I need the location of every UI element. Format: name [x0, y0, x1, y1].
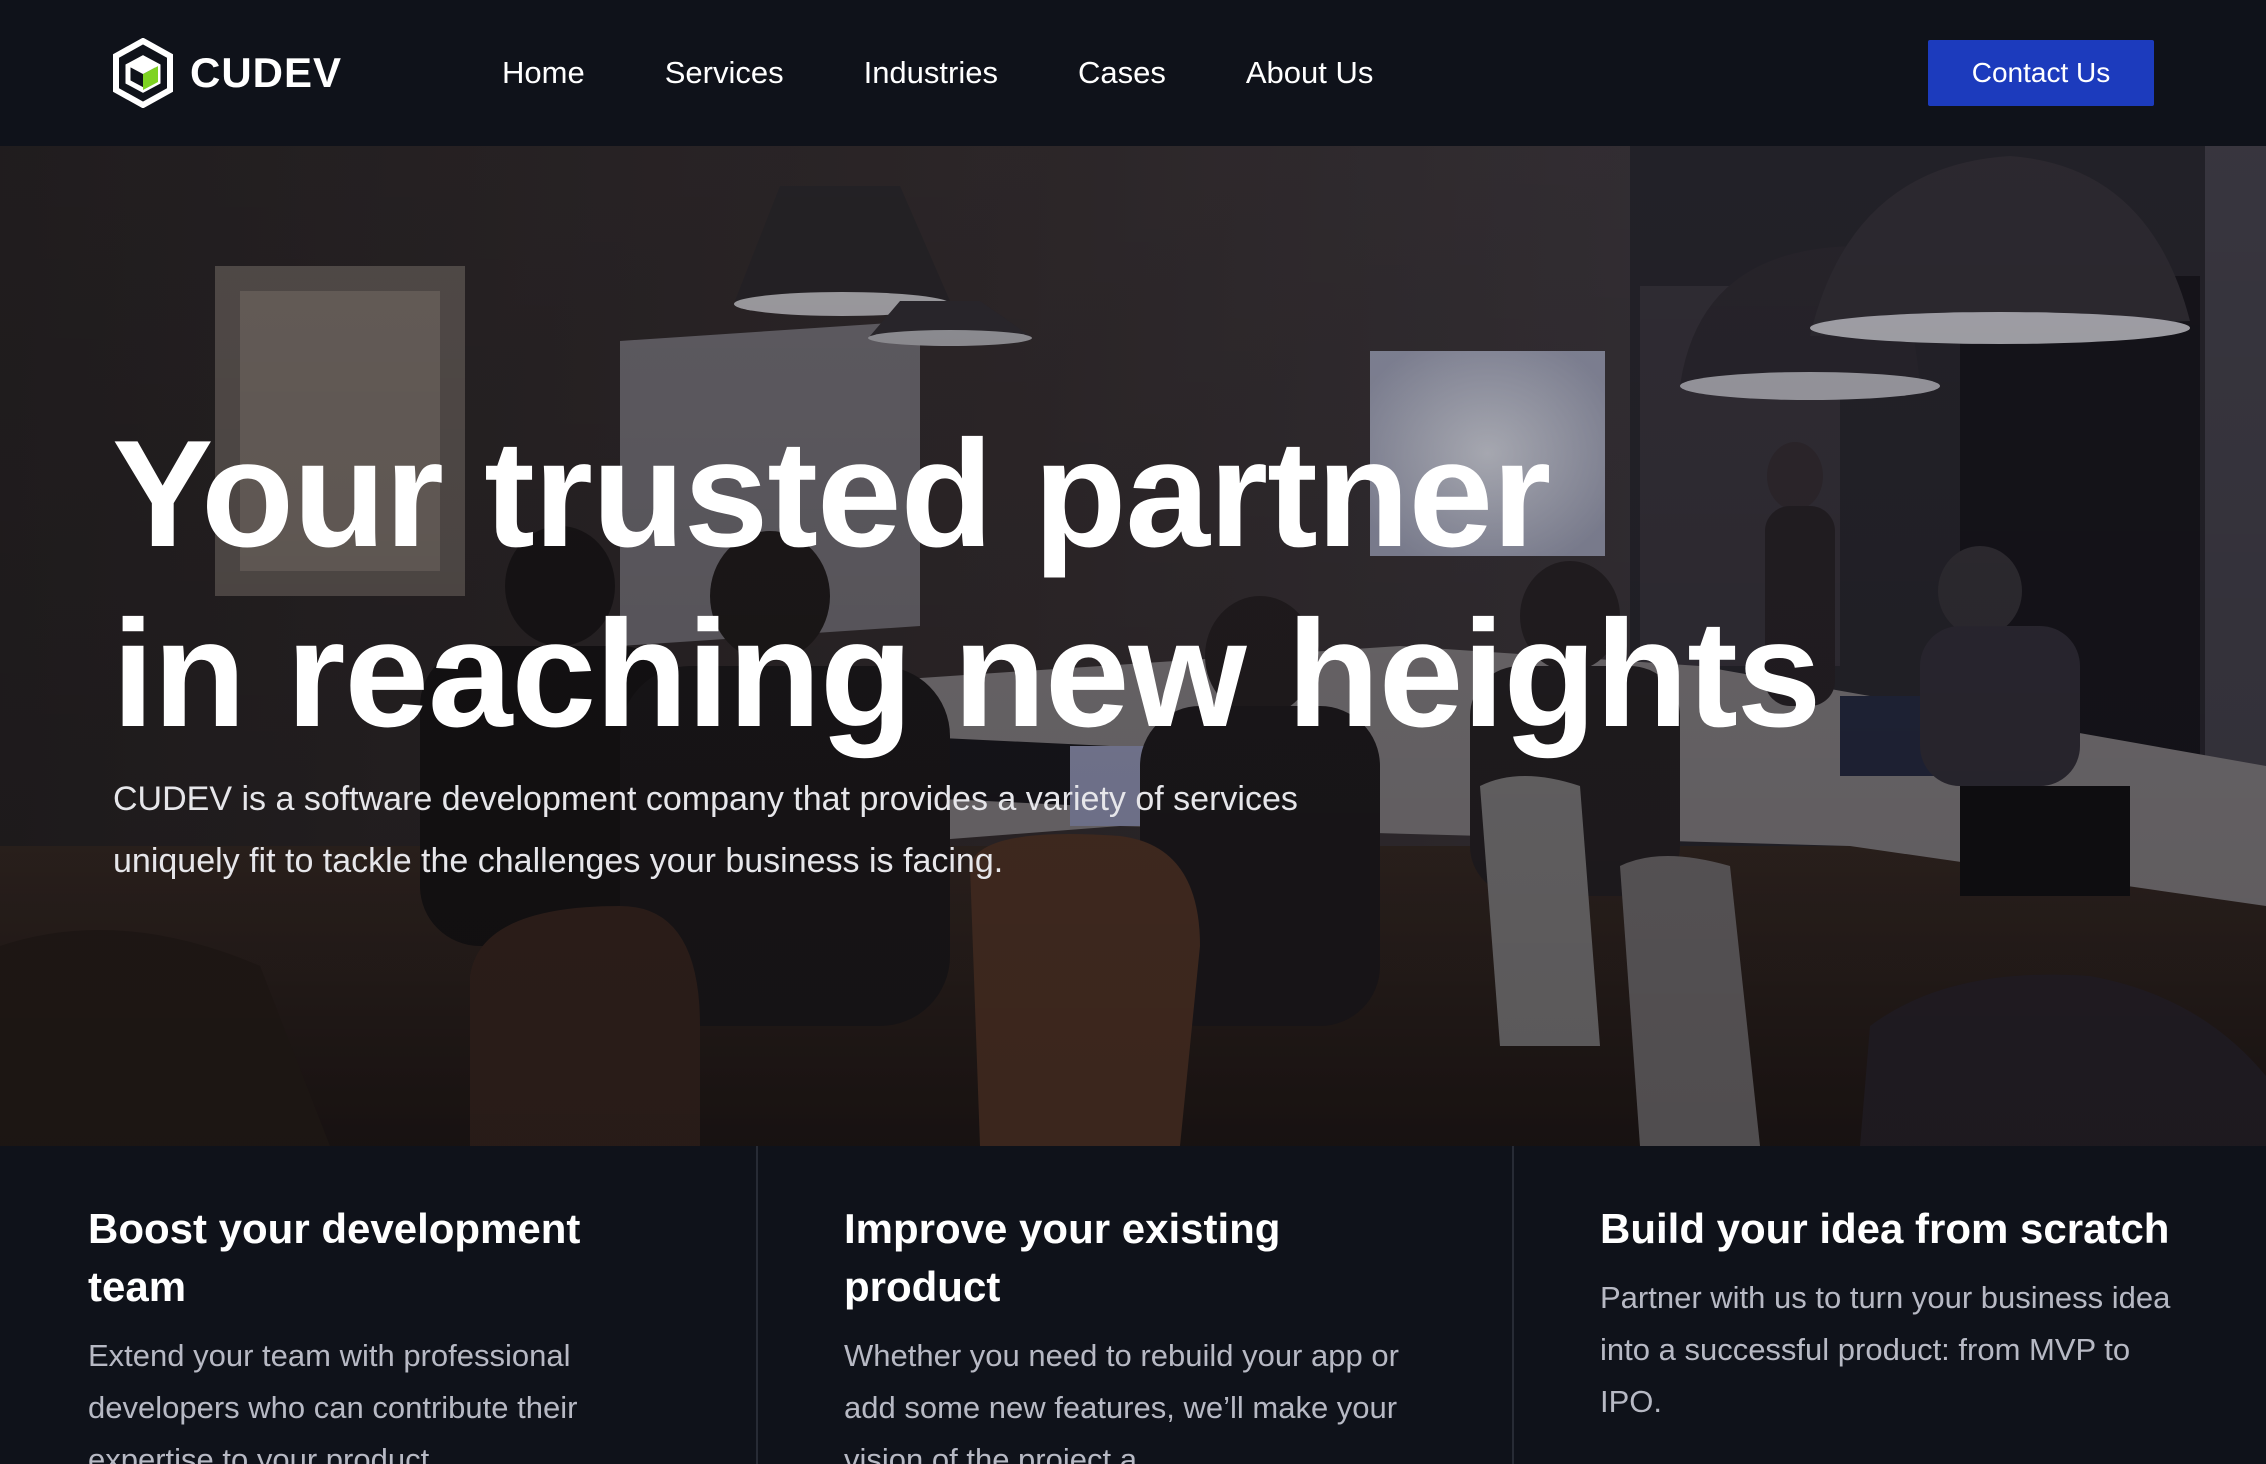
nav-services[interactable]: Services: [665, 55, 784, 91]
feature-card-build-idea: Build your idea from scratch Partner wit…: [1512, 1146, 2266, 1464]
nav-home[interactable]: Home: [502, 55, 585, 91]
brand-name: CUDEV: [190, 49, 343, 96]
brand-logo[interactable]: CUDEV: [112, 38, 342, 108]
main-nav: Home Services Industries Cases About Us: [502, 0, 1373, 146]
feature-text: Whether you need to rebuild your app or …: [844, 1338, 1399, 1464]
hero-title-line-1: Your trusted partner: [112, 409, 1551, 579]
feature-title: Boost your development team: [88, 1205, 581, 1310]
nav-industries[interactable]: Industries: [864, 55, 998, 91]
nav-about-us[interactable]: About Us: [1246, 55, 1374, 91]
feature-title: Improve your existing product: [844, 1205, 1281, 1310]
hero-title: Your trusted partner in reaching new hei…: [112, 404, 2012, 764]
feature-text: Extend your team with professional devel…: [88, 1338, 578, 1464]
cube-logo-icon: [113, 38, 173, 108]
site-header: CUDEV Home Services Industries Cases Abo…: [0, 0, 2266, 146]
hero-section: Your trusted partner in reaching new hei…: [0, 146, 2266, 1146]
feature-text: Partner with us to turn your business id…: [1600, 1280, 2171, 1419]
nav-cases[interactable]: Cases: [1078, 55, 1166, 91]
contact-us-button[interactable]: Contact Us: [1928, 40, 2154, 106]
hero-subtitle: CUDEV is a software development company …: [113, 780, 1298, 880]
feature-title: Build your idea from scratch: [1600, 1205, 2170, 1252]
hero-title-line-2: in reaching new heights: [112, 589, 1821, 759]
feature-card-improve-product: Improve your existing product Whether yo…: [756, 1146, 1512, 1464]
features-section: Boost your development team Extend your …: [0, 1146, 2266, 1464]
feature-card-boost-team: Boost your development team Extend your …: [0, 1146, 756, 1464]
